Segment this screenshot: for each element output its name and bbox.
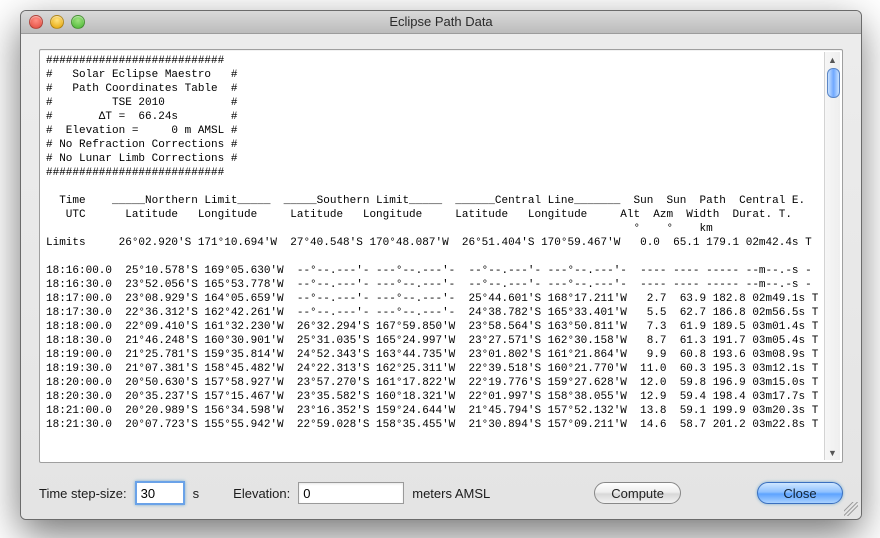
window-title: Eclipse Path Data [389,14,492,29]
close-window-icon[interactable] [29,15,43,29]
time-step-input[interactable] [135,481,185,505]
titlebar[interactable]: Eclipse Path Data [21,11,861,34]
minimize-window-icon[interactable] [50,15,64,29]
compute-button[interactable]: Compute [594,482,681,504]
elevation-input[interactable] [298,482,404,504]
time-step-label: Time step-size: [39,486,127,501]
zoom-window-icon[interactable] [71,15,85,29]
resize-grip-icon[interactable] [844,502,858,516]
time-step-unit: s [193,486,200,501]
scroll-down-icon[interactable]: ▼ [825,445,840,460]
scroll-up-icon[interactable]: ▲ [825,52,840,67]
elevation-unit: meters AMSL [412,486,490,501]
data-panel: ########################### # Solar Ecli… [39,49,843,463]
bottom-toolbar: Time step-size: s Elevation: meters AMSL… [21,467,861,519]
elevation-label: Elevation: [233,486,290,501]
data-text: ########################### # Solar Ecli… [42,52,825,460]
window: Eclipse Path Data ######################… [20,10,862,520]
window-controls [29,15,85,29]
vertical-scrollbar[interactable]: ▲ ▼ [824,52,840,460]
content-area: ########################### # Solar Ecli… [21,34,861,519]
scroll-thumb[interactable] [827,68,840,98]
close-button[interactable]: Close [757,482,843,504]
